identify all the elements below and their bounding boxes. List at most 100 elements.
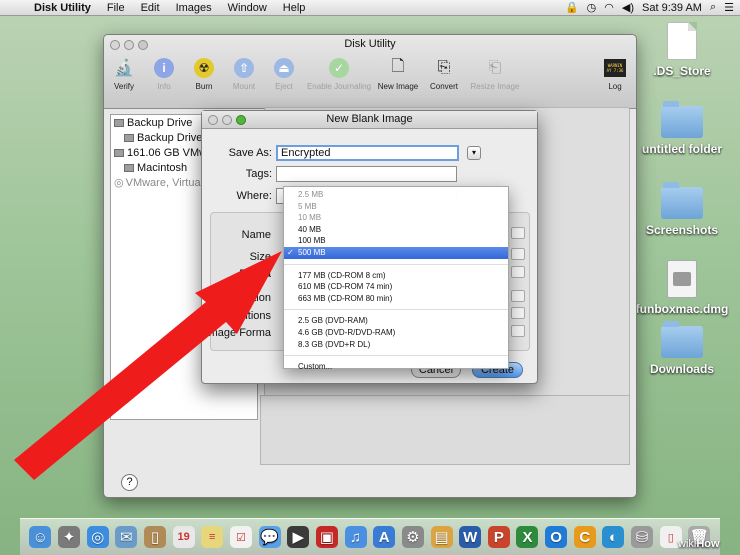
size-dropdown-menu[interactable]: 2.5 MB 5 MB 10 MB 40 MB 100 MB ✓ 500 MB … [283, 186, 509, 371]
stickies-icon[interactable]: ▤ [430, 526, 453, 548]
app-store-icon[interactable]: A [373, 526, 396, 548]
size-option-40-mb[interactable]: 40 MB [284, 224, 508, 236]
menu-separator [284, 309, 508, 311]
size-option-2-5-mb[interactable]: 2.5 MB [284, 189, 508, 201]
convert-button[interactable]: ⎘ Convert [422, 55, 466, 105]
help-button[interactable]: ? [121, 474, 138, 491]
enable-journaling-button[interactable]: ✓ Enable Journaling [304, 55, 374, 105]
info-icon: i [144, 57, 184, 79]
size-option-dvd-dl[interactable]: 8.3 GB (DVD+R DL) [284, 339, 508, 351]
eject-button[interactable]: ⏏ Eject [264, 55, 304, 105]
word-icon[interactable]: W [459, 526, 482, 548]
format-popup-edge[interactable] [511, 266, 525, 278]
size-option-cd-74min[interactable]: 610 MB (CD-ROM 74 min) [284, 281, 508, 293]
where-label: Where: [236, 190, 272, 202]
option-label: 2.5 MB [298, 190, 324, 199]
partitions-label: Partitions [225, 310, 271, 322]
new-image-button[interactable]: 🗋 New Image [374, 55, 422, 105]
safari-icon[interactable]: ◎ [86, 526, 109, 548]
folder-icon [661, 101, 703, 138]
mount-button[interactable]: ⇧ Mount [224, 55, 264, 105]
lync-icon[interactable]: C [573, 526, 596, 548]
menu-window[interactable]: Window [220, 2, 275, 14]
size-option-5-mb[interactable]: 5 MB [284, 201, 508, 213]
sidebar-item-label: Backup Drive [127, 116, 193, 129]
contacts-icon[interactable]: ▯ [143, 526, 166, 548]
lock-icon[interactable]: 🔒 [565, 1, 579, 14]
menu-clock[interactable]: Sat 9:39 AM [642, 2, 702, 14]
facetime-icon[interactable]: ▶ [287, 526, 310, 548]
size-option-10-mb[interactable]: 10 MB [284, 212, 508, 224]
calendar-icon[interactable]: 19 [172, 526, 195, 548]
menu-file[interactable]: File [99, 2, 133, 14]
app-icon[interactable]: ◐ [602, 526, 625, 548]
itunes-icon[interactable]: ♫ [344, 526, 367, 548]
dialog-title: New Blank Image [326, 113, 413, 125]
menu-bar: Disk Utility File Edit Images Window Hel… [0, 0, 740, 16]
launchpad-icon[interactable]: ✦ [57, 526, 80, 548]
volume-icon[interactable]: ◀) [622, 1, 634, 14]
size-option-cd-8cm[interactable]: 177 MB (CD-ROM 8 cm) [284, 270, 508, 282]
dialog-window-controls [208, 115, 246, 125]
encryption-popup-edge[interactable] [511, 290, 525, 302]
log-button[interactable]: WARNIN AY 7:36 Log [594, 55, 636, 105]
resize-image-button[interactable]: ⎗ Resize Image [466, 55, 524, 105]
option-label: 40 MB [298, 224, 322, 234]
dialog-close-button[interactable] [208, 115, 218, 125]
desktop-item-label: .DS_Store [653, 64, 711, 78]
burn-icon: ☢ [184, 57, 224, 79]
time-machine-icon[interactable]: ◷ [587, 1, 597, 14]
desktop-item-downloads[interactable]: Downloads [634, 321, 730, 376]
desktop-item-screenshots[interactable]: Screenshots [634, 182, 730, 237]
image-format-label: Image Forma [205, 327, 271, 339]
option-label: 100 MB [298, 236, 326, 246]
desktop-item-label: Downloads [649, 362, 714, 376]
dialog-zoom-button[interactable] [236, 115, 246, 125]
option-label: 2.5 GB (DVD-RAM) [298, 316, 368, 326]
system-preferences-icon[interactable]: ⚙ [401, 526, 424, 548]
disk-utility-icon[interactable]: ⛁ [631, 526, 654, 548]
powerpoint-icon[interactable]: P [487, 526, 510, 548]
size-option-custom[interactable]: Custom... [284, 361, 508, 373]
finder-icon[interactable]: ☺ [29, 526, 52, 548]
notes-icon[interactable]: ≡ [201, 526, 224, 548]
desktop-item-funboxmac-dmg[interactable]: funboxmac.dmg [634, 260, 730, 316]
size-option-100-mb[interactable]: 100 MB [284, 235, 508, 247]
size-option-cd-80min[interactable]: 663 MB (CD-ROM 80 min) [284, 293, 508, 305]
option-label: 10 MB [298, 213, 322, 223]
save-as-field[interactable]: Encrypted [276, 145, 459, 161]
option-label: Custom... [298, 362, 333, 372]
eject-label: Eject [275, 82, 293, 91]
dialog-minimize-button[interactable] [222, 115, 232, 125]
menu-app-name[interactable]: Disk Utility [26, 2, 99, 14]
expand-dialog-button[interactable]: ▾ [467, 146, 481, 160]
menu-edit[interactable]: Edit [133, 2, 168, 14]
name-label: Name [241, 229, 271, 241]
desktop-item-untitled-folder[interactable]: untitled folder [634, 101, 730, 156]
photo-booth-icon[interactable]: ▣ [315, 526, 338, 548]
wifi-icon[interactable]: ◠ [604, 1, 614, 14]
volume-icon [124, 133, 134, 142]
info-button[interactable]: i Info [144, 55, 184, 105]
reminders-icon[interactable]: ☑ [229, 526, 252, 548]
size-popup-edge[interactable] [511, 248, 525, 260]
name-field-edge[interactable] [511, 227, 525, 239]
excel-icon[interactable]: X [516, 526, 539, 548]
image-format-popup-edge[interactable] [511, 325, 525, 337]
outlook-icon[interactable]: O [545, 526, 568, 548]
mail-icon[interactable]: ✉ [115, 526, 138, 548]
list-icon[interactable]: ☰ [724, 1, 734, 14]
menu-help[interactable]: Help [275, 2, 314, 14]
tags-field[interactable] [276, 166, 457, 182]
spotlight-icon[interactable]: ⌕ [710, 1, 716, 14]
menu-images[interactable]: Images [168, 2, 220, 14]
messages-icon[interactable]: 💬 [258, 526, 281, 548]
sidebar-item-label: Macintosh [137, 161, 188, 174]
size-option-dvd-ram[interactable]: 2.5 GB (DVD-RAM) [284, 315, 508, 327]
size-option-dvd-r[interactable]: 4.6 GB (DVD-R/DVD-RAM) [284, 327, 508, 339]
desktop-item-ds-store[interactable]: .DS_Store [634, 22, 730, 78]
verify-button[interactable]: 🔬 Verify [104, 55, 144, 105]
size-option-500-mb[interactable]: ✓ 500 MB [284, 246, 508, 259]
partitions-popup-edge[interactable] [511, 307, 525, 319]
burn-button[interactable]: ☢ Burn [184, 55, 224, 105]
